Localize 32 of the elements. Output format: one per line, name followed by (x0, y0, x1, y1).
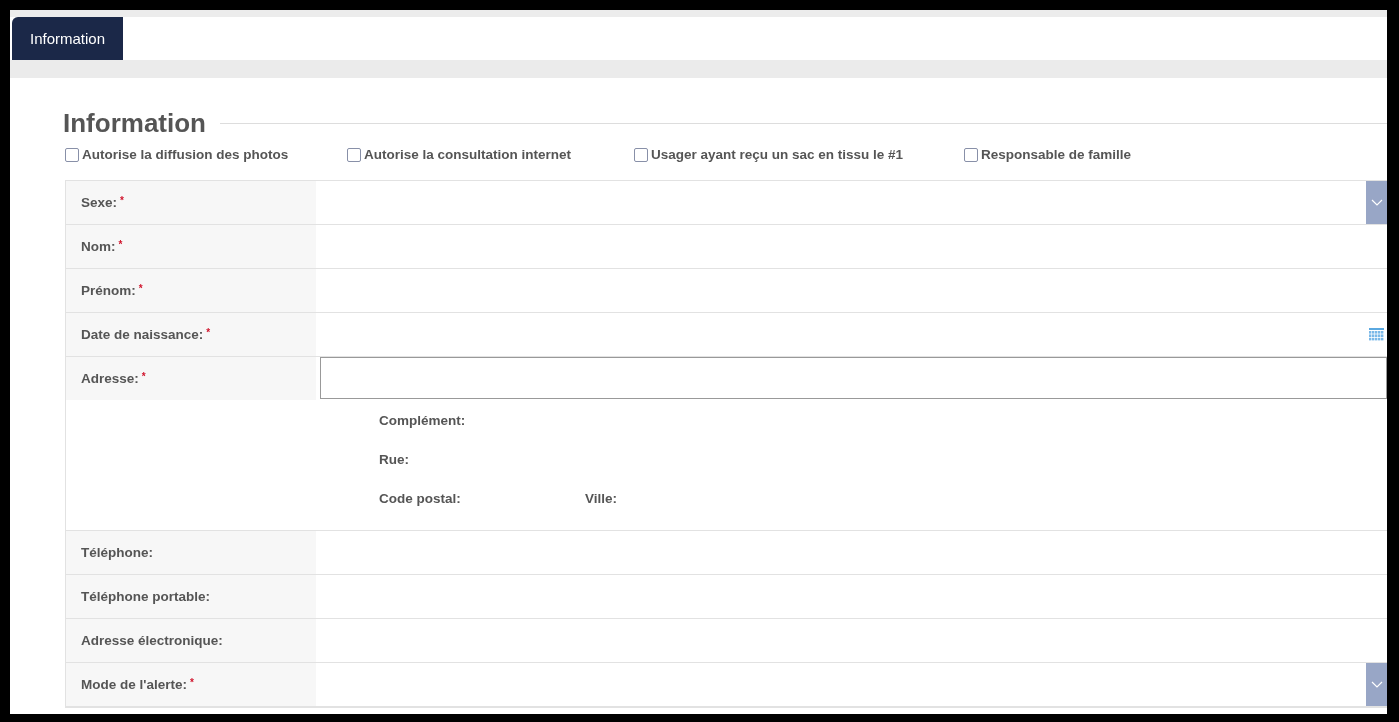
field-label: Adresse: * (66, 357, 316, 400)
required-mark: * (120, 195, 124, 206)
field-label: Complément: (379, 413, 467, 430)
checkbox-label: Responsable de famille (981, 147, 1132, 162)
field-label: Téléphone: (66, 531, 316, 574)
section-title: Information (63, 108, 206, 139)
tab[interactable]: Information (12, 17, 124, 60)
field-label: Prénom: * (66, 269, 316, 312)
caret-icon (1366, 663, 1387, 706)
field-label: Sexe: * (66, 181, 316, 224)
required-mark: * (118, 239, 123, 250)
field-label: Nom: * (66, 225, 316, 268)
checkbox[interactable] (964, 147, 978, 162)
required-mark: * (190, 677, 194, 688)
field-label: Adresse électronique: (66, 619, 316, 662)
checkbox-label: Autorise la consultation internet (364, 147, 572, 162)
field-label: Ville: (585, 491, 619, 508)
checkbox[interactable] (634, 147, 648, 162)
field-label: Code postal: (379, 491, 462, 508)
checkbox-label: Autorise la diffusion des photos (82, 147, 289, 162)
calendar-icon (1369, 328, 1384, 341)
checkbox[interactable] (347, 147, 361, 162)
required-mark: * (138, 283, 143, 294)
field-label: Date de naissance: * (66, 313, 316, 356)
field-label: Téléphone portable: (66, 575, 316, 618)
checkbox[interactable] (65, 147, 79, 162)
field-label: Mode de l'alerte: * (66, 663, 316, 706)
required-mark: * (206, 327, 211, 338)
checkbox-label: Usager ayant reçu un sac en tissu le #1 (651, 147, 904, 162)
required-mark: * (141, 371, 146, 382)
field-label: Rue: (379, 452, 410, 469)
input-field[interactable] (320, 357, 1387, 399)
